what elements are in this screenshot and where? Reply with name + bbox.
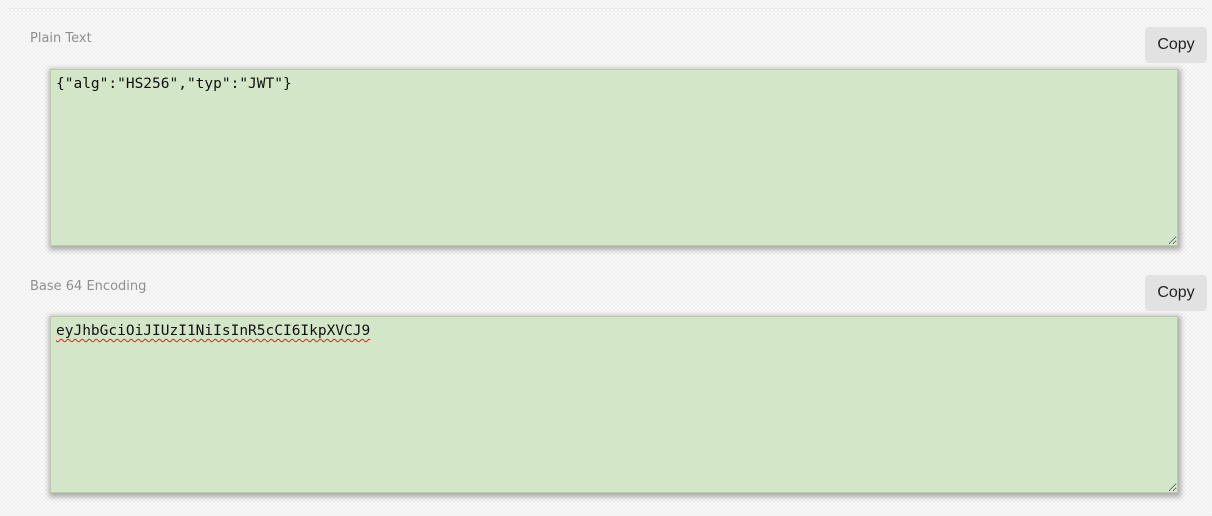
base64-encoding-label: Base 64 Encoding (30, 279, 147, 294)
copy-plain-text-button[interactable]: Copy (1145, 27, 1207, 63)
plain-text-label: Plain Text (30, 31, 92, 46)
copy-base64-button[interactable]: Copy (1145, 275, 1207, 311)
base64-output-input[interactable]: eyJhbGciOiJIUzI1NiIsInR5cCI6IkpXVCJ9 (50, 316, 1178, 493)
plain-text-input[interactable]: {"alg":"HS256","typ":"JWT"} (50, 69, 1178, 246)
